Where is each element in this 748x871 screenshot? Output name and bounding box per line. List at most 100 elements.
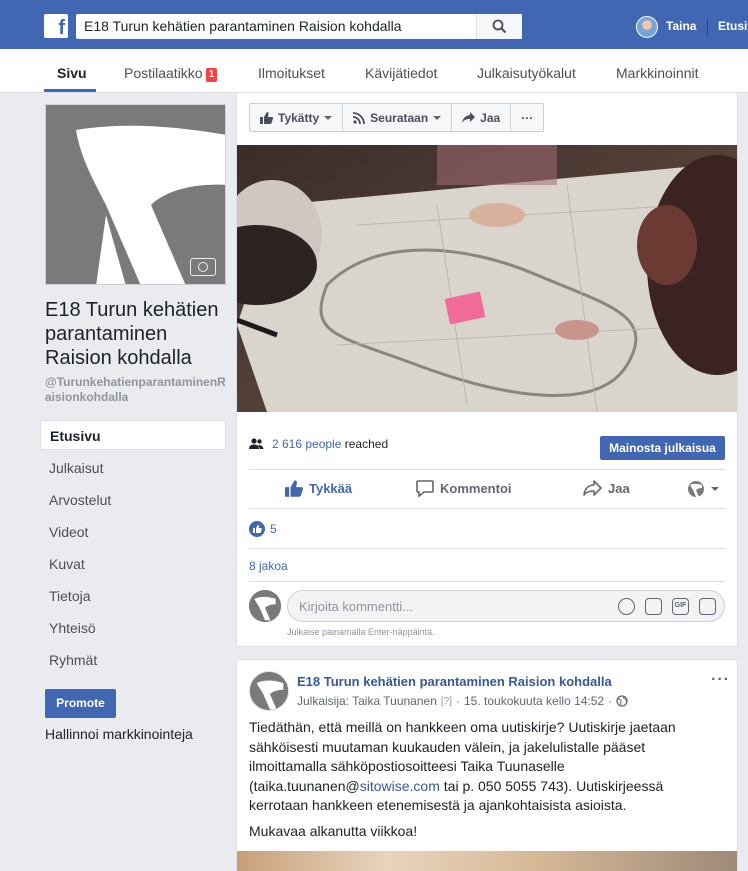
active-tab-indicator — [44, 89, 96, 92]
thumbs-up-icon — [260, 111, 273, 124]
chevron-down-icon — [433, 115, 442, 120]
reach-row: 2 616 people reached — [249, 437, 388, 451]
shares-link[interactable]: 8 jakoa — [249, 559, 288, 573]
page-avatar-icon — [250, 672, 288, 710]
page-avatar-icon — [688, 481, 704, 497]
sticker-icon[interactable] — [699, 598, 716, 615]
reach-count[interactable]: 2 616 people — [272, 437, 341, 451]
like-reaction-icon — [249, 521, 265, 537]
divider — [249, 581, 725, 582]
emoji-icon[interactable] — [618, 598, 635, 615]
tab-notifications[interactable]: Ilmoitukset — [258, 65, 325, 81]
comment-button[interactable]: Kommentoi — [416, 480, 512, 497]
separator: · — [608, 694, 613, 708]
post-options-button[interactable]: ··· — [711, 671, 730, 689]
globe-icon[interactable] — [616, 695, 628, 707]
search-button[interactable] — [476, 14, 522, 39]
user-name[interactable]: Taina — [666, 19, 696, 33]
liked-button[interactable]: Tykätty — [250, 104, 344, 131]
tab-inbox[interactable]: Postilaatikko 1 — [124, 65, 218, 82]
tab-visitors[interactable]: Kävijätiedot — [365, 65, 437, 81]
share-button[interactable]: Jaa — [583, 480, 630, 496]
comment-label: Kommentoi — [440, 481, 512, 496]
post-date[interactable]: 15. toukokuuta kello 14:52 — [464, 694, 604, 708]
more-options-button[interactable]: ··· — [511, 104, 543, 131]
sidebar-nav: Etusivu Julkaisut Arvostelut Videot Kuva… — [40, 420, 226, 676]
like-label: Tykkää — [309, 481, 353, 496]
inbox-count-badge: 1 — [205, 68, 218, 82]
divider — [249, 508, 725, 509]
like-count: 5 — [270, 522, 277, 536]
following-button[interactable]: Seurataan — [343, 104, 453, 131]
separator: · — [456, 694, 460, 708]
publisher-help[interactable]: [?] — [441, 696, 452, 707]
publisher: Julkaisija: Taika Tuunanen — [297, 694, 437, 708]
photo-people-studying-map — [237, 145, 737, 412]
share-arrow-icon — [583, 480, 602, 496]
tab-inbox-label: Postilaatikko — [124, 65, 203, 81]
cut-off-text — [249, 86, 699, 93]
like-button[interactable]: Tykkää — [285, 480, 352, 497]
home-link[interactable]: Etusivu — [718, 19, 748, 33]
likes-summary[interactable]: 5 — [249, 521, 277, 537]
tab-page[interactable]: Sivu — [57, 65, 87, 81]
camera-icon[interactable] — [190, 258, 216, 276]
search-value[interactable]: E18 Turun kehätien parantaminen Raision … — [84, 18, 402, 34]
email-domain-link[interactable]: sitowise.com — [360, 778, 440, 794]
page-action-bar: Tykätty Seurataan Jaa ··· — [249, 103, 545, 132]
people-icon — [249, 438, 264, 449]
sidebar-item-videos[interactable]: Videot — [40, 516, 226, 548]
reach-suffix: reached — [344, 437, 389, 451]
boost-post-button[interactable]: Mainosta julkaisua — [600, 436, 725, 460]
gif-icon[interactable]: GIF — [672, 598, 689, 615]
post-photo[interactable] — [237, 145, 737, 412]
top-bar: f E18 Turun kehätien parantaminen Raisio… — [0, 0, 748, 49]
share-page-label: Jaa — [480, 110, 501, 125]
chevron-down-icon — [711, 487, 719, 491]
post-actions: Tykkää Kommentoi Jaa — [249, 470, 725, 508]
search-icon — [492, 19, 507, 34]
divider — [249, 548, 725, 549]
post-paragraph: Mukavaa alkanutta viikkoa! — [249, 822, 418, 839]
tab-marketing[interactable]: Markkinoinnit — [616, 65, 698, 81]
post-photo[interactable] — [237, 851, 737, 871]
thumbs-up-icon — [285, 480, 303, 497]
avatar[interactable] — [636, 16, 658, 38]
camera-icon[interactable] — [645, 598, 662, 615]
post-meta: Julkaisija: Taika Tuunanen [?] · 15. tou… — [297, 694, 628, 708]
comment-tools: GIF — [618, 598, 716, 615]
divider — [707, 18, 708, 36]
sidebar-item-posts[interactable]: Julkaisut — [40, 452, 226, 484]
share-arrow-icon — [462, 112, 476, 123]
sidebar-item-reviews[interactable]: Arvostelut — [40, 484, 226, 516]
following-label: Seurataan — [370, 110, 429, 125]
page-avatar-icon — [249, 590, 281, 622]
share-page-button[interactable]: Jaa — [452, 104, 512, 131]
page-username[interactable]: @TurunkehatienparantaminenRaisionkohdall… — [45, 375, 230, 405]
page-title: E18 Turun kehätien parantaminen Raision … — [45, 299, 219, 369]
comment-input[interactable]: Kirjoita kommentti... GIF — [287, 590, 725, 622]
post-paragraph: Tiedäthän, että meillä on hankkeen oma u… — [249, 719, 676, 813]
manage-promotions-link[interactable]: Hallinnoi markkinointeja — [45, 726, 193, 742]
sidebar-item-photos[interactable]: Kuvat — [40, 548, 226, 580]
enter-hint: Julkaise painamalla Enter-näppäintä. — [287, 627, 435, 637]
post-author-avatar[interactable] — [249, 671, 289, 711]
sidebar-item-groups[interactable]: Ryhmät — [40, 644, 226, 676]
liked-label: Tykätty — [278, 110, 320, 125]
promote-button[interactable]: Promote — [45, 689, 116, 718]
rss-icon — [353, 111, 366, 124]
facebook-logo-icon[interactable]: f — [44, 14, 68, 38]
comment-placeholder: Kirjoita kommentti... — [299, 599, 414, 614]
share-label: Jaa — [608, 480, 630, 496]
post-as-selector[interactable] — [687, 480, 719, 498]
chevron-down-icon — [324, 115, 333, 120]
sidebar-item-about[interactable]: Tietoja — [40, 580, 226, 612]
post-author[interactable]: E18 Turun kehätien parantaminen Raision … — [297, 674, 612, 689]
commenter-avatar[interactable] — [249, 590, 281, 622]
search-input[interactable]: E18 Turun kehätien parantaminen Raision … — [76, 14, 522, 39]
tab-publishing-tools[interactable]: Julkaisutyökalut — [477, 65, 576, 81]
comment-icon — [416, 480, 434, 497]
post-text: Tiedäthän, että meillä on hankkeen oma u… — [249, 718, 689, 847]
sidebar-item-home[interactable]: Etusivu — [40, 420, 226, 450]
sidebar-item-community[interactable]: Yhteisö — [40, 612, 226, 644]
